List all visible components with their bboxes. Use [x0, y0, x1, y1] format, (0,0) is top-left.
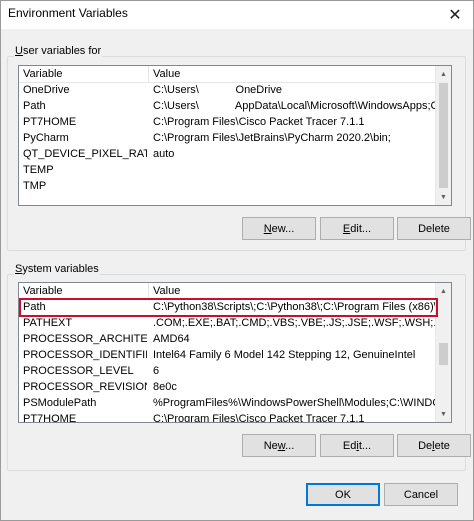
user-list-scrollbar[interactable]: ▲ ▼ — [435, 66, 451, 205]
list-item[interactable]: TEMP — [19, 163, 437, 179]
list-item[interactable]: PSModulePath %ProgramFiles%\WindowsPower… — [19, 396, 437, 412]
list-item[interactable]: PATHEXT .COM;.EXE;.BAT;.CMD;.VBS;.VBE;.J… — [19, 316, 437, 332]
chevron-up-icon[interactable]: ▲ — [436, 66, 451, 82]
scroll-thumb[interactable] — [439, 83, 448, 188]
system-edit-button[interactable]: Edit... — [320, 434, 394, 457]
system-delete-button[interactable]: Delete — [397, 434, 471, 457]
chevron-down-icon[interactable]: ▼ — [436, 406, 451, 422]
list-item[interactable]: TMP — [19, 179, 437, 195]
system-variables-label: System variables — [14, 263, 100, 275]
list-item[interactable]: Path C:\Users\ AppData\Local\Microsoft\W… — [19, 99, 437, 115]
system-list-header: Variable Value — [19, 283, 437, 300]
scroll-thumb[interactable] — [439, 343, 448, 365]
list-item[interactable]: PROCESSOR_LEVEL 6 — [19, 364, 437, 380]
column-header-value[interactable]: Value — [153, 285, 180, 297]
column-header-variable[interactable]: Variable — [23, 68, 63, 80]
system-variables-list[interactable]: Variable Value Path C:\Python38\Scripts\… — [18, 282, 452, 423]
user-edit-button[interactable]: Edit... — [320, 217, 394, 240]
system-new-button[interactable]: New... — [242, 434, 316, 457]
column-header-value[interactable]: Value — [153, 68, 180, 80]
list-item[interactable]: PROCESSOR_ARCHITECTURE AMD64 — [19, 332, 437, 348]
user-list-header: Variable Value — [19, 66, 437, 83]
user-new-button[interactable]: New... — [242, 217, 316, 240]
list-item[interactable]: PROCESSOR_IDENTIFIER Intel64 Family 6 Mo… — [19, 348, 437, 364]
user-delete-button[interactable]: Delete — [397, 217, 471, 240]
column-header-variable[interactable]: Variable — [23, 285, 63, 297]
environment-variables-dialog: Environment Variables ✕ User variables f… — [0, 0, 474, 521]
list-item[interactable]: OneDrive C:\Users\ OneDrive — [19, 83, 437, 99]
list-item[interactable]: PT7HOME C:\Program Files\Cisco Packet Tr… — [19, 412, 437, 422]
title-bar: Environment Variables ✕ — [1, 1, 473, 29]
window-title: Environment Variables — [8, 6, 128, 20]
user-variables-label: User variables for — [14, 45, 103, 57]
user-variables-list[interactable]: Variable Value OneDrive C:\Users\ OneDri… — [18, 65, 452, 206]
chevron-up-icon[interactable]: ▲ — [436, 283, 451, 299]
chevron-down-icon[interactable]: ▼ — [436, 189, 451, 205]
ok-button[interactable]: OK — [306, 483, 380, 506]
list-item[interactable]: PROCESSOR_REVISION 8e0c — [19, 380, 437, 396]
close-icon[interactable]: ✕ — [437, 1, 473, 29]
list-item[interactable]: QT_DEVICE_PIXEL_RATIO auto — [19, 147, 437, 163]
cancel-button[interactable]: Cancel — [384, 483, 458, 506]
list-item[interactable]: PT7HOME C:\Program Files\Cisco Packet Tr… — [19, 115, 437, 131]
list-item-selected[interactable]: Path C:\Python38\Scripts\;C:\Python38\;C… — [19, 300, 437, 316]
system-list-scrollbar[interactable]: ▲ ▼ — [435, 283, 451, 422]
list-item[interactable]: PyCharm C:\Program Files\JetBrains\PyCha… — [19, 131, 437, 147]
